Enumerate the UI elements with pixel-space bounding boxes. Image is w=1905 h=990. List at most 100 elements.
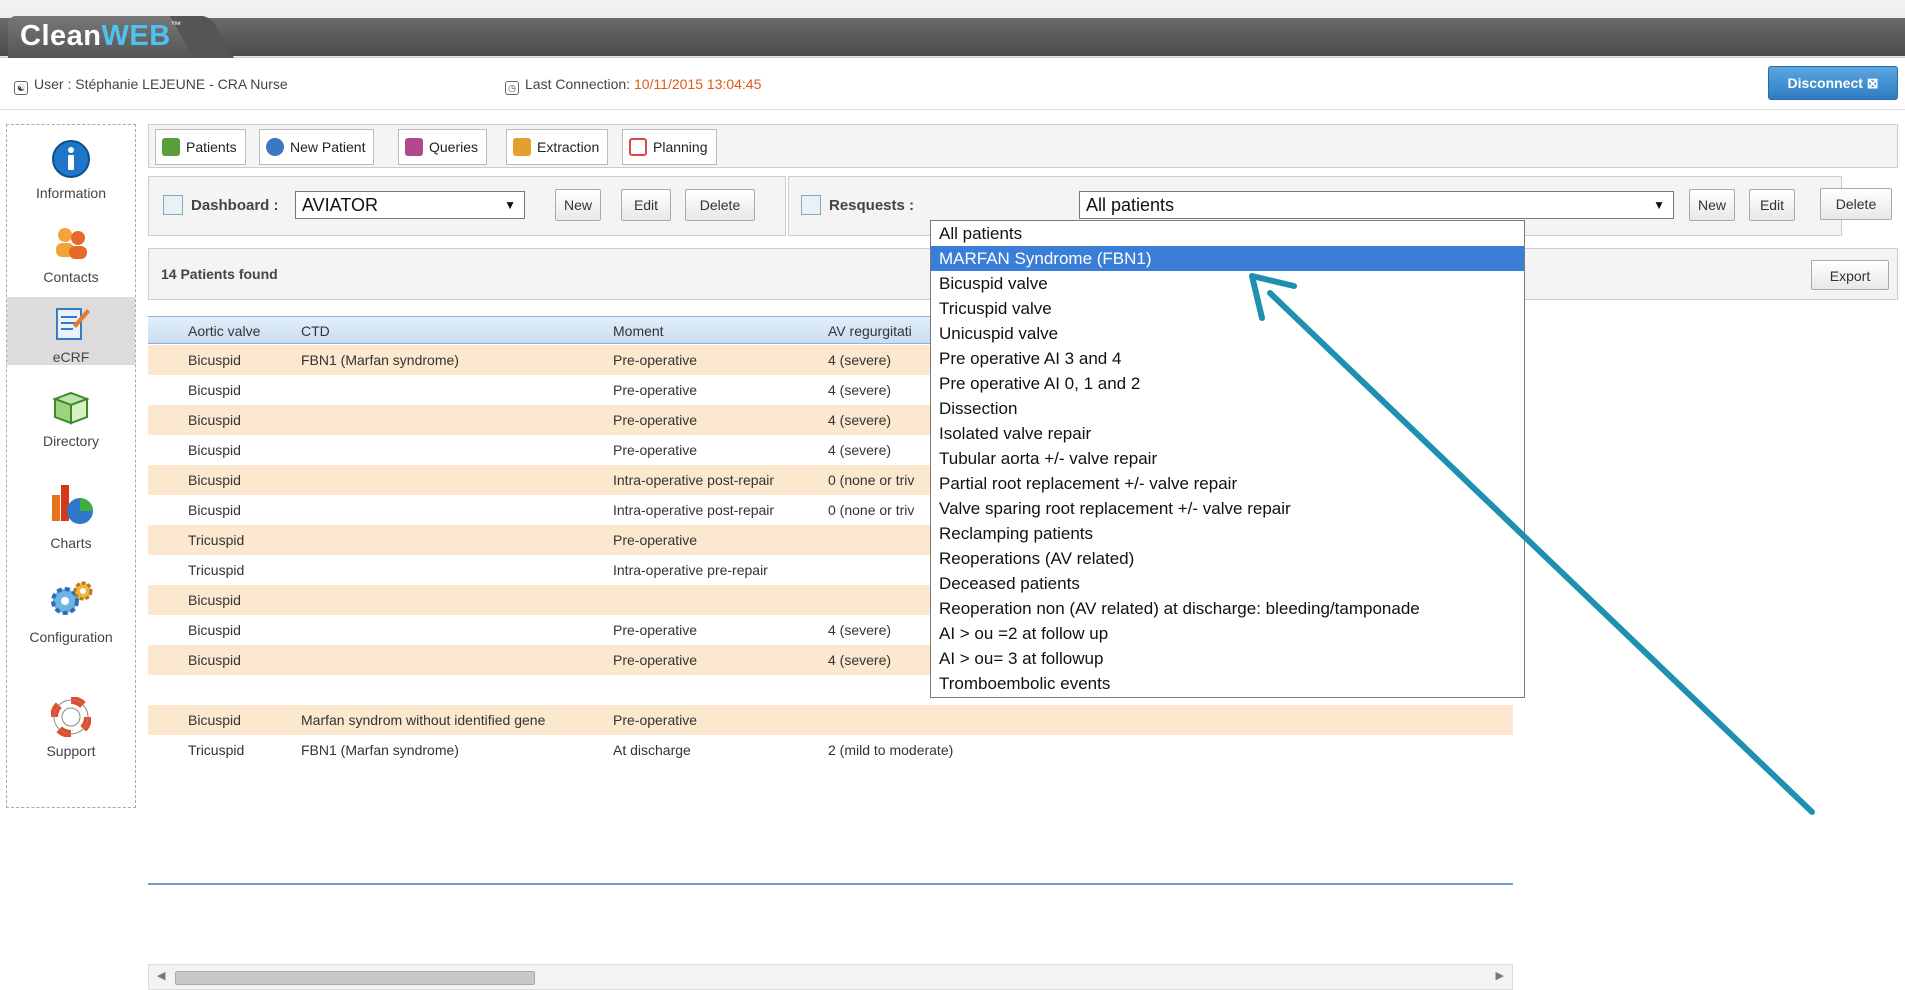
- dropdown-option[interactable]: MARFAN Syndrome (FBN1): [931, 246, 1524, 271]
- table-cell: Bicuspid: [188, 472, 241, 488]
- contacts-icon: [56, 228, 87, 259]
- table-bottom-border: [148, 883, 1513, 885]
- dashboard-label: Dashboard :: [191, 197, 279, 214]
- brand-strip: [0, 18, 1905, 56]
- export-button[interactable]: Export: [1811, 260, 1889, 290]
- directory-icon: [52, 391, 90, 425]
- requests-dropdown-list: All patients MARFAN Syndrome (FBN1) Bicusp…: [930, 220, 1525, 698]
- charts-icon: [52, 485, 93, 524]
- table-cell: Bicuspid: [188, 352, 241, 368]
- table-row[interactable]: Bicuspid Marfan syndrom without identifie…: [148, 705, 1513, 735]
- sidebar-item-information[interactable]: Information: [7, 139, 135, 201]
- dropdown-option[interactable]: Deceased patients: [931, 571, 1524, 596]
- dashboard-select[interactable]: AVIATOR ▼: [295, 191, 525, 219]
- table-cell: Intra-operative pre-repair: [613, 562, 768, 578]
- sidebar-item-ecrf[interactable]: eCRF: [7, 297, 135, 365]
- table-cell: Intra-operative post-repair: [613, 502, 775, 518]
- requests-icon: [801, 195, 821, 215]
- dropdown-option[interactable]: Reoperation non (AV related) at discharg…: [931, 596, 1524, 621]
- dropdown-option[interactable]: Pre operative AI 3 and 4: [931, 346, 1524, 371]
- column-header[interactable]: Moment: [613, 323, 813, 339]
- table-cell: Bicuspid: [188, 502, 241, 518]
- dashboard-new-button[interactable]: New: [555, 189, 601, 221]
- sidebar-item-support[interactable]: Support: [7, 697, 135, 759]
- scrollbar-thumb[interactable]: [175, 971, 535, 985]
- requests-new-button[interactable]: New: [1689, 189, 1735, 221]
- dropdown-option[interactable]: Unicuspid valve: [931, 321, 1524, 346]
- calendar-icon: [629, 138, 647, 156]
- queries-icon: [405, 138, 423, 156]
- table-cell: Pre-operative: [613, 622, 698, 638]
- table-cell: Bicuspid: [188, 382, 241, 398]
- table-cell: Tricuspid: [188, 532, 245, 548]
- scroll-right-icon[interactable]: ▶: [1496, 969, 1504, 982]
- dashboard-icon: [163, 195, 183, 215]
- clock-icon: ◷: [505, 81, 519, 95]
- tab-new-patient[interactable]: New Patient: [259, 129, 375, 165]
- dropdown-option[interactable]: Tricuspid valve: [931, 296, 1524, 321]
- requests-delete-button[interactable]: Delete: [1820, 188, 1892, 220]
- current-user: ☯ User : Stéphanie LEJEUNE - CRA Nurse: [14, 76, 288, 95]
- dropdown-option[interactable]: Isolated valve repair: [931, 421, 1524, 446]
- app-logo: CleanWEB™: [20, 20, 183, 52]
- extraction-icon: [513, 138, 531, 156]
- sidebar-item-configuration[interactable]: Configuration: [7, 579, 135, 645]
- table-cell: Tricuspid: [188, 562, 245, 578]
- gears-icon: [51, 581, 93, 615]
- table-cell: Bicuspid: [188, 412, 241, 428]
- table-cell: Pre-operative: [613, 532, 698, 548]
- column-header[interactable]: Aortic valve: [188, 323, 293, 339]
- table-row[interactable]: Tricuspid FBN1 (Marfan syndrome) At discha…: [148, 735, 1513, 765]
- tab-extraction[interactable]: Extraction: [506, 129, 609, 165]
- table-cell: At discharge: [613, 742, 691, 758]
- dropdown-option[interactable]: Pre operative AI 0, 1 and 2: [931, 371, 1524, 396]
- dropdown-option[interactable]: All patients: [931, 221, 1524, 246]
- sidebar-item-directory[interactable]: Directory: [7, 387, 135, 449]
- dropdown-arrow-icon: ▼: [1653, 198, 1665, 212]
- results-count: 14 Patients found: [161, 266, 278, 282]
- lifebuoy-icon: [51, 697, 91, 737]
- dropdown-option[interactable]: Tubular aorta +/- valve repair: [931, 446, 1524, 471]
- new-patient-icon: [266, 138, 284, 156]
- scroll-left-icon[interactable]: ◀: [157, 969, 165, 982]
- horizontal-scrollbar[interactable]: ◀ ▶: [148, 964, 1513, 990]
- table-cell: Pre-operative: [613, 382, 698, 398]
- dropdown-option[interactable]: Reoperations (AV related): [931, 546, 1524, 571]
- table-cell: Bicuspid: [188, 592, 241, 608]
- dropdown-option[interactable]: Dissection: [931, 396, 1524, 421]
- dropdown-arrow-icon: ▼: [504, 198, 516, 212]
- sidebar-item-charts[interactable]: Charts: [7, 475, 135, 551]
- column-header[interactable]: CTD: [301, 323, 601, 339]
- last-connection: ◷ Last Connection: 10/11/2015 13:04:45: [505, 76, 761, 95]
- table-cell: FBN1 (Marfan syndrome): [301, 352, 459, 368]
- table-cell: Pre-operative: [613, 442, 698, 458]
- dropdown-option[interactable]: Valve sparing root replacement +/- valve…: [931, 496, 1524, 521]
- user-bar: ☯ User : Stéphanie LEJEUNE - CRA Nurse ◷ L…: [0, 58, 1905, 110]
- dropdown-option[interactable]: Partial root replacement +/- valve repai…: [931, 471, 1524, 496]
- disconnect-button[interactable]: Disconnect ⊠: [1768, 66, 1898, 100]
- tab-patients[interactable]: Patients: [155, 129, 246, 165]
- tab-planning[interactable]: Planning: [622, 129, 717, 165]
- dropdown-option[interactable]: Reclamping patients: [931, 521, 1524, 546]
- dropdown-option[interactable]: AI > ou =2 at follow up: [931, 621, 1524, 646]
- tab-bar: Patients New Patient Queries Extraction …: [148, 124, 1898, 168]
- dropdown-option[interactable]: AI > ou= 3 at followup: [931, 646, 1524, 671]
- table-cell: Bicuspid: [188, 712, 241, 728]
- ecrf-icon: [56, 308, 90, 340]
- table-cell: Pre-operative: [613, 412, 698, 428]
- requests-edit-button[interactable]: Edit: [1749, 189, 1795, 221]
- sidebar-item-contacts[interactable]: Contacts: [7, 223, 135, 285]
- table-cell: Bicuspid: [188, 622, 241, 638]
- table-cell: Bicuspid: [188, 442, 241, 458]
- table-cell: Intra-operative post-repair: [613, 472, 775, 488]
- requests-select[interactable]: All patients ▼: [1079, 191, 1674, 219]
- dashboard-toolbar: Dashboard : AVIATOR ▼ New Edit Delete: [148, 176, 786, 236]
- table-cell: 2 (mild to moderate): [828, 742, 954, 758]
- dropdown-option[interactable]: Bicuspid valve: [931, 271, 1524, 296]
- dashboard-edit-button[interactable]: Edit: [621, 189, 671, 221]
- dashboard-delete-button[interactable]: Delete: [685, 189, 755, 221]
- table-cell: Marfan syndrom without identified gene: [301, 712, 546, 728]
- tab-queries[interactable]: Queries: [398, 129, 488, 165]
- table-cell: Pre-operative: [613, 352, 698, 368]
- dropdown-option[interactable]: Tromboembolic events: [931, 671, 1524, 696]
